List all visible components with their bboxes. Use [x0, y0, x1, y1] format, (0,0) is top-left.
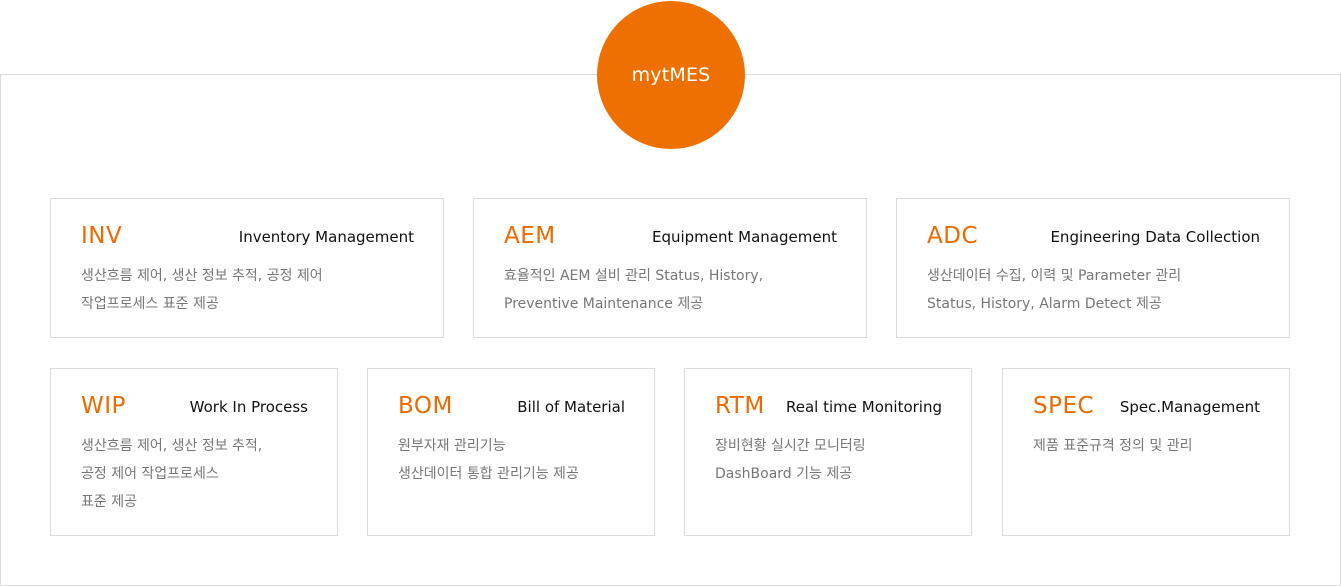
center-label: mytMES	[631, 64, 711, 86]
module-description: 원부자재 관리기능 생산데이터 통합 관리기능 제공	[398, 432, 579, 488]
description-line: 작업프로세스 표준 제공	[81, 296, 219, 312]
module-card-adc: ADC Engineering Data Collection 생산데이터 수집…	[896, 198, 1290, 338]
module-description: 장비현황 실시간 모니터링 DashBoard 기능 제공	[715, 432, 866, 488]
description-line: 표준 제공	[81, 494, 137, 510]
description-line: Status, History, Alarm Detect 제공	[927, 296, 1162, 312]
module-code: SPEC	[1033, 393, 1095, 419]
description-line: 장비현황 실시간 모니터링	[715, 438, 866, 454]
module-code: INV	[81, 223, 123, 249]
module-title: Work In Process	[189, 398, 308, 416]
module-card-rtm: RTM Real time Monitoring 장비현황 실시간 모니터링 D…	[684, 368, 972, 536]
module-title: Equipment Management	[651, 228, 837, 246]
center-badge: mytMES	[597, 1, 745, 149]
description-line: 생산흐름 제어, 생산 정보 추적, 공정 제어	[81, 268, 323, 284]
module-code: BOM	[398, 393, 453, 419]
description-line: 생산흐름 제어, 생산 정보 추적,	[81, 438, 263, 454]
module-description: 생산흐름 제어, 생산 정보 추적, 공정 제어 작업프로세스 표준 제공	[81, 432, 262, 516]
module-card-bom: BOM Bill of Material 원부자재 관리기능 생산데이터 통합 …	[367, 368, 655, 536]
module-description: 제품 표준규격 정의 및 관리	[1033, 432, 1192, 460]
description-line: 원부자재 관리기능	[398, 438, 506, 454]
module-title: Engineering Data Collection	[1050, 228, 1260, 246]
mes-overview: mytMES INV Inventory Management 생산흐름 제어,…	[0, 0, 1341, 586]
module-card-inv: INV Inventory Management 생산흐름 제어, 생산 정보 …	[50, 198, 444, 338]
description-line: Preventive Maintenance 제공	[504, 296, 704, 312]
module-code: RTM	[715, 393, 765, 419]
module-code: WIP	[81, 393, 126, 419]
description-line: 생산데이터 통합 관리기능 제공	[398, 466, 579, 482]
module-code: ADC	[927, 223, 979, 249]
description-line: 생산데이터 수집, 이력 및 Parameter 관리	[927, 268, 1182, 284]
module-description: 생산흐름 제어, 생산 정보 추적, 공정 제어 작업프로세스 표준 제공	[81, 262, 323, 318]
description-line: 효율적인 AEM 설비 관리 Status, History,	[504, 268, 764, 284]
module-code: AEM	[504, 223, 556, 249]
description-line: 공정 제어 작업프로세스	[81, 466, 219, 482]
module-title: Real time Monitoring	[786, 398, 942, 416]
module-card-spec: SPEC Spec.Management 제품 표준규격 정의 및 관리	[1002, 368, 1290, 536]
module-card-aem: AEM Equipment Management 효율적인 AEM 설비 관리 …	[473, 198, 867, 338]
module-title: Inventory Management	[238, 228, 414, 246]
module-description: 생산데이터 수집, 이력 및 Parameter 관리 Status, Hist…	[927, 262, 1181, 318]
module-title: Spec.Management	[1119, 398, 1260, 416]
description-line: 제품 표준규격 정의 및 관리	[1033, 438, 1193, 454]
module-title: Bill of Material	[517, 398, 625, 416]
module-description: 효율적인 AEM 설비 관리 Status, History, Preventi…	[504, 262, 763, 318]
module-card-wip: WIP Work In Process 생산흐름 제어, 생산 정보 추적, 공…	[50, 368, 338, 536]
description-line: DashBoard 기능 제공	[715, 466, 853, 482]
